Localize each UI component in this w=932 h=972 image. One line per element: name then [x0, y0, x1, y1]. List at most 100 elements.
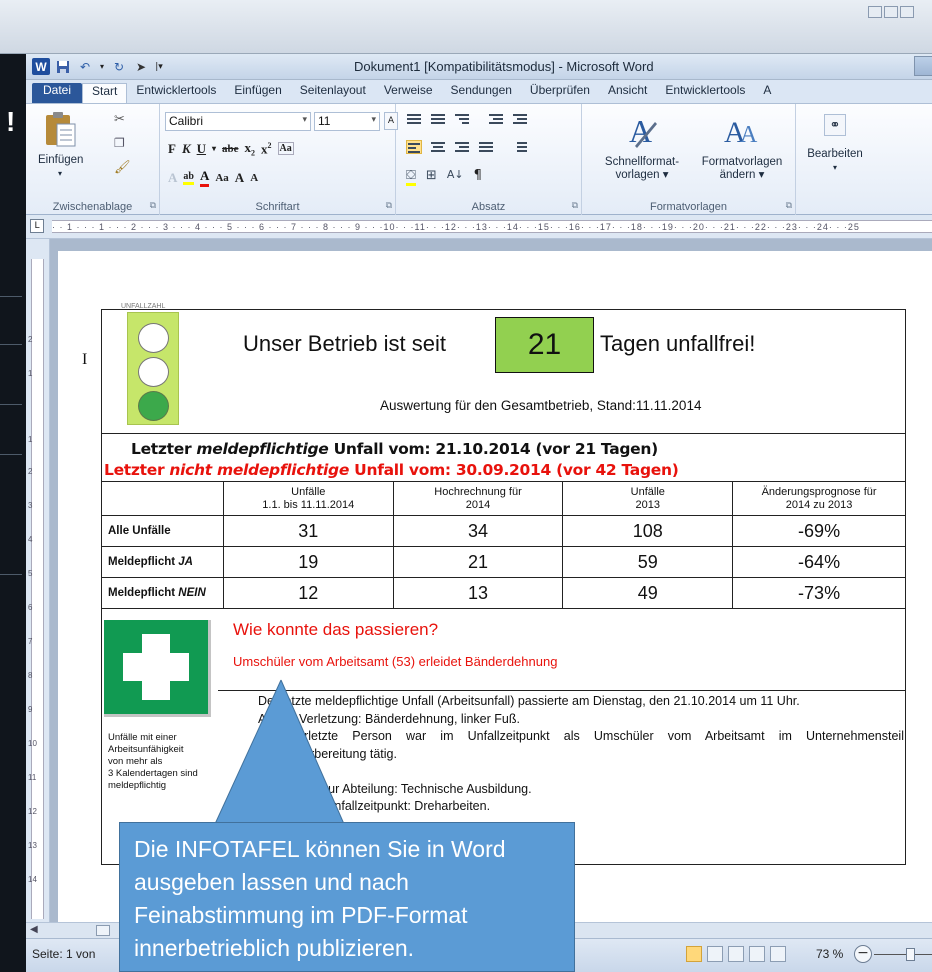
tab-references[interactable]: Verweise — [375, 83, 442, 103]
ruler-tick: 11 — [28, 773, 37, 782]
tab-view[interactable]: Ansicht — [599, 83, 656, 103]
line-spacing-icon[interactable] — [512, 140, 528, 154]
tab-mailings[interactable]: Sendungen — [442, 83, 521, 103]
paste-button[interactable]: Einfügen ▾ — [38, 110, 83, 180]
increase-indent-icon[interactable] — [512, 112, 528, 126]
bullets-icon[interactable] — [406, 112, 422, 126]
zoom-slider-track[interactable] — [874, 954, 932, 955]
desktop-strip — [0, 0, 932, 54]
full-screen-icon[interactable] — [707, 946, 723, 962]
zoom-level[interactable]: 73 % — [816, 947, 843, 961]
decrease-indent-icon[interactable] — [488, 112, 504, 126]
text-effects-icon[interactable]: A — [168, 170, 177, 186]
align-right-icon[interactable] — [454, 140, 470, 154]
undo-dropdown-icon[interactable]: ▾ — [98, 58, 106, 75]
tab-start[interactable]: Start — [82, 83, 128, 103]
divider — [218, 690, 906, 691]
window-control[interactable] — [868, 6, 882, 18]
tab-insert[interactable]: Einfügen — [225, 83, 290, 103]
change-styles-button[interactable]: AA Formatvorlagen ändern ▾ — [694, 112, 790, 182]
multilevel-list-icon[interactable] — [454, 112, 470, 126]
dialog-launcher-icon[interactable]: ⧉ — [572, 201, 578, 211]
underline-dropdown-icon[interactable]: ▾ — [212, 144, 216, 153]
ruler-scale[interactable]: · · 1 · · · 1 · · · 2 · · · 3 · · · 4 · … — [52, 220, 932, 233]
italic-icon[interactable]: K — [182, 141, 191, 157]
change-styles-icon: AA — [724, 116, 758, 149]
table-header-cell: Hochrechnung für 2014 — [392, 481, 564, 516]
numbering-icon[interactable] — [430, 112, 446, 126]
change-case-icon[interactable]: Aa — [277, 142, 294, 156]
undo-icon[interactable]: ↶ — [76, 58, 94, 75]
show-marks-icon[interactable]: ¶ — [474, 168, 482, 186]
traffic-light-caption: UNFALLZAHL — [121, 303, 166, 310]
minimize-button[interactable] — [914, 56, 932, 76]
zoom-out-button[interactable]: − — [854, 945, 872, 963]
align-left-icon[interactable] — [406, 140, 422, 154]
scroll-left-icon[interactable]: ◀ — [30, 924, 38, 935]
tab-developer[interactable]: Entwicklertools — [127, 83, 225, 103]
font-name-value: Calibri — [169, 114, 204, 128]
tab-selector[interactable]: L — [30, 219, 44, 233]
window-control[interactable] — [884, 6, 898, 18]
group-label-styles: Formatvorlagen — [649, 201, 728, 213]
customize-qat-icon[interactable]: |▾ — [154, 58, 164, 75]
callout-line: Feinabstimmung im PDF-Format — [134, 902, 468, 928]
shrink-font-icon[interactable]: A — [250, 172, 258, 184]
shading-icon[interactable]: ⛋ — [406, 168, 416, 186]
editing-button[interactable]: ⚭ Bearbeiten ▾ — [800, 114, 870, 174]
tab-review[interactable]: Überprüfen — [521, 83, 599, 103]
pointer-icon[interactable]: ➤ — [132, 58, 150, 75]
grow-font-icon[interactable]: A — [235, 170, 244, 186]
note-line: 3 Kalendertagen sind — [108, 768, 198, 779]
bold-icon[interactable]: F — [168, 141, 176, 157]
justify-icon[interactable] — [478, 140, 494, 154]
cut-icon[interactable]: ✂ — [114, 112, 125, 127]
underline-icon[interactable]: U — [197, 141, 206, 157]
description-line: Zuordnung zur Abteilung: Technische Ausb… — [258, 781, 532, 796]
row-label-text: Meldepflicht — [108, 556, 179, 568]
text-cursor: I — [82, 351, 88, 368]
group-label-paragraph: Absatz — [471, 201, 506, 213]
zoom-slider-thumb[interactable] — [906, 948, 915, 961]
font-size-box[interactable]: 11 ▾ — [314, 112, 380, 131]
tab-page-layout[interactable]: Seitenlayout — [291, 83, 375, 103]
format-painter-icon[interactable]: 🖌 — [114, 160, 131, 175]
dialog-launcher-icon[interactable]: ⧉ — [386, 201, 392, 211]
dialog-launcher-icon[interactable]: ⧉ — [786, 201, 792, 211]
superscript-icon[interactable]: x2 — [261, 141, 272, 157]
quick-styles-button[interactable]: A Schnellformat- vorlagen ▾ — [596, 112, 688, 182]
save-icon[interactable] — [54, 58, 72, 75]
table-cell: 19 — [222, 546, 394, 578]
scroll-thumb[interactable] — [96, 925, 110, 936]
font-color-icon[interactable]: A — [199, 168, 210, 187]
word-app-icon[interactable]: W — [32, 58, 50, 75]
divider — [101, 433, 906, 434]
font-name-box[interactable]: Calibri ▾ — [165, 112, 311, 131]
sort-icon[interactable]: A↓ — [447, 168, 464, 186]
web-layout-icon[interactable] — [728, 946, 744, 962]
subscript-icon[interactable]: x2 — [245, 140, 256, 158]
align-center-icon[interactable] — [430, 140, 446, 154]
header-line: 2014 zu 2013 — [785, 498, 853, 511]
tab-truncated[interactable]: A — [754, 83, 780, 103]
ruler-tick: 1 — [28, 435, 33, 444]
group-styles: A Schnellformat- vorlagen ▾ AA Formatvor… — [582, 104, 796, 215]
vertical-ruler-scale[interactable] — [31, 259, 44, 919]
change-styles-line2: ändern ▾ — [719, 169, 765, 181]
print-layout-icon[interactable] — [686, 946, 702, 962]
tab-file[interactable]: Datei — [32, 83, 83, 103]
draft-icon[interactable] — [770, 946, 786, 962]
strikethrough-icon[interactable]: abe — [222, 143, 239, 155]
tab-developer-2[interactable]: Entwicklertools — [656, 83, 754, 103]
borders-icon[interactable]: ⊞ — [426, 168, 437, 186]
redo-icon[interactable]: ↻ — [110, 58, 128, 75]
dialog-launcher-icon[interactable]: ⧉ — [150, 201, 156, 211]
highlight-icon[interactable]: ab — [183, 171, 194, 185]
aa-icon[interactable]: Aa — [215, 172, 228, 184]
copy-icon[interactable]: ❐ — [114, 136, 125, 150]
page-indicator[interactable]: Seite: 1 von — [32, 947, 95, 961]
window-control[interactable] — [900, 6, 914, 18]
header-line: Unfälle — [630, 485, 665, 498]
outline-icon[interactable] — [749, 946, 765, 962]
evaluation-subheading: Auswertung für den Gesamtbetrieb, Stand:… — [380, 398, 702, 413]
